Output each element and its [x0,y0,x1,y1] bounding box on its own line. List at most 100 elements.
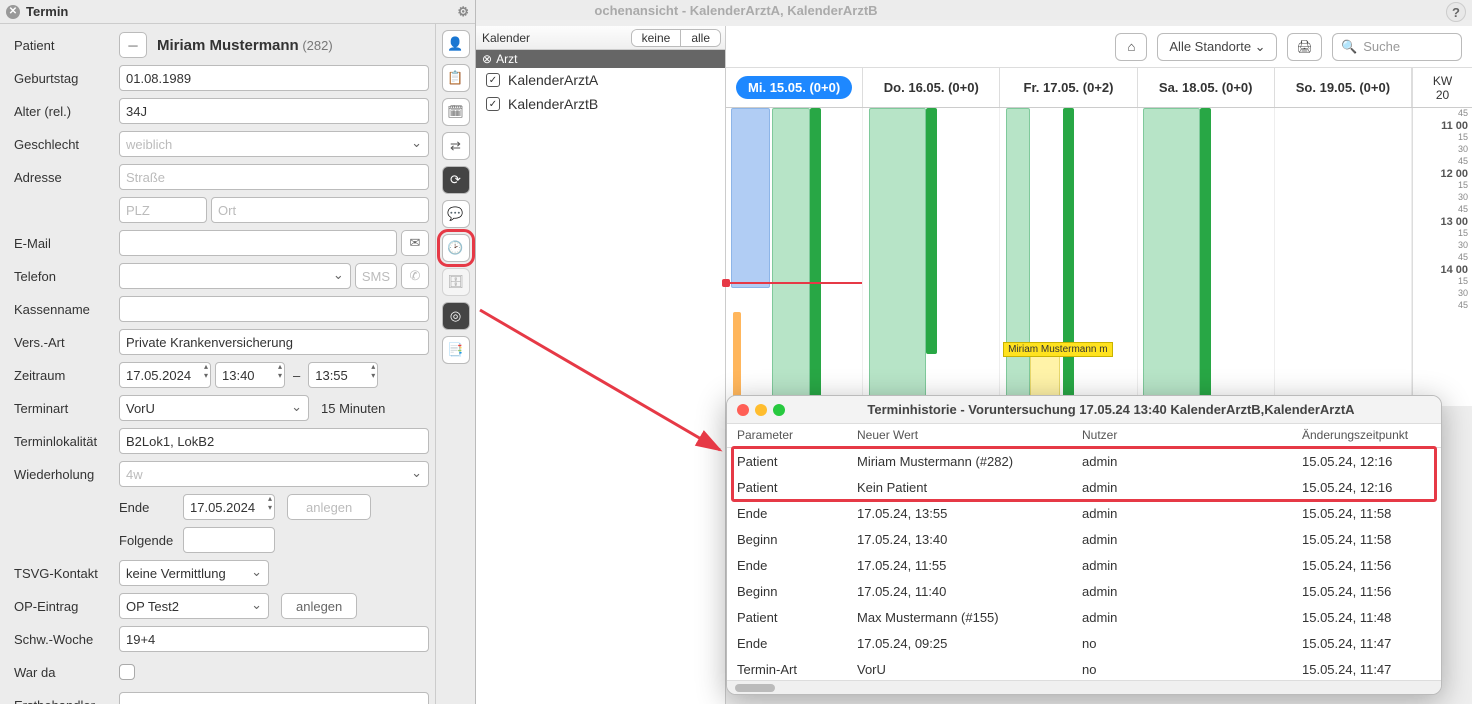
call-icon[interactable]: ✆ [401,263,429,289]
print-icon[interactable]: 🖨 [1287,33,1322,61]
day-col-1[interactable] [863,108,1000,408]
history-row[interactable]: Beginn17.05.24, 13:40admin15.05.24, 11:5… [727,526,1441,552]
chat-icon[interactable]: 💬 [442,200,470,228]
anlegen-button[interactable]: anlegen [287,494,371,520]
termin-panel: ✕ Termin ⚙ Patient ─ Miriam Mustermann (… [0,0,476,704]
sms-icon[interactable]: SMS [355,263,397,289]
label-birthday: Geburtstag [14,71,119,86]
location-icon[interactable]: ◎ [442,302,470,330]
archive-icon[interactable]: 🗄 [442,268,470,296]
date-stepper[interactable]: 17.05.2024 [119,362,211,388]
folgende-input[interactable] [183,527,275,553]
location-select[interactable]: Alle Standorte ⌄ [1157,33,1277,61]
op-select[interactable]: OP Test2 [119,593,269,619]
history-row[interactable]: PatientKein Patientadmin15.05.24, 12:16 [727,474,1441,500]
history-scrollbar[interactable] [727,680,1441,694]
history-row[interactable]: Termin-ArtVorUno15.05.24, 11:47 [727,656,1441,680]
checkbox-icon[interactable]: ✓ [486,97,500,111]
copy-icon[interactable]: 📑 [442,336,470,364]
traffic-min-icon[interactable] [755,404,767,416]
plz-input[interactable]: PLZ [119,197,207,223]
terminlok-input[interactable]: B2Lok1, LokB2 [119,428,429,454]
gear-icon[interactable]: ⚙ [457,4,469,20]
traffic-close-icon[interactable] [737,404,749,416]
calendar-add-icon[interactable]: 🗓 [442,98,470,126]
calendar-item[interactable]: ✓ KalenderArztA [476,68,725,92]
label-folgende: Folgende [119,533,179,548]
label-tsvg: TSVG-Kontakt [14,566,119,581]
warda-checkbox[interactable] [119,664,135,680]
day-header[interactable]: So. 19.05. (0+0) [1275,68,1412,107]
time-from-stepper[interactable]: 13:40 [215,362,285,388]
traffic-max-icon[interactable] [773,404,785,416]
day-header[interactable]: Do. 16.05. (0+0) [863,68,1000,107]
history-icon[interactable]: 🕑 [442,234,470,262]
email-input[interactable] [119,230,397,256]
patient-unlink-button[interactable]: ─ [119,32,147,58]
patient-icon[interactable]: 👤 [442,30,470,58]
route-icon[interactable]: ⇄ [442,132,470,160]
day-col-2[interactable]: Miriam Mustermann m [1000,108,1137,408]
calendar-item-label: KalenderArztB [508,96,598,112]
refresh-icon[interactable]: ⟳ [442,166,470,194]
day-header[interactable]: Sa. 18.05. (0+0) [1138,68,1275,107]
wieder-select[interactable]: 4w [119,461,429,487]
gender-select[interactable]: weiblich [119,131,429,157]
time-to-stepper[interactable]: 13:55 [308,362,378,388]
day-col-0[interactable] [726,108,863,408]
terminart-duration: 15 Minuten [321,401,385,416]
terminart-select[interactable]: VorU [119,395,309,421]
age-input[interactable]: 34J [119,98,429,124]
label-phone: Telefon [14,269,119,284]
search-input[interactable]: 🔍Suche [1332,33,1462,61]
birthday-input[interactable]: 01.08.1989 [119,65,429,91]
event-patient-label[interactable]: Miriam Mustermann m [1003,342,1112,357]
calendar-area: ⌂ Alle Standorte ⌄ 🖨 🔍Suche Mi. 15.05. (… [726,26,1472,406]
day-header[interactable]: Mi. 15.05. (0+0) [726,68,863,107]
history-header-row: Parameter Neuer Wert Nutzer Änderungszei… [727,424,1441,448]
day-col-3[interactable] [1138,108,1275,408]
history-row[interactable]: Ende17.05.24, 13:55admin15.05.24, 11:58 [727,500,1441,526]
calendar-picker-title: Kalender [482,31,530,45]
history-row[interactable]: Ende17.05.24, 09:25no15.05.24, 11:47 [727,630,1441,656]
versart-input[interactable]: Private Krankenversicherung [119,329,429,355]
history-row[interactable]: PatientMax Mustermann (#155)admin15.05.2… [727,604,1441,630]
mail-icon[interactable]: ✉ [401,230,429,256]
label-age: Alter (rel.) [14,104,119,119]
tsvg-select[interactable]: keine Vermittlung [119,560,269,586]
col-parameter[interactable]: Parameter [727,424,847,447]
home-icon[interactable]: ⌂ [1115,33,1147,61]
street-input[interactable]: Straße [119,164,429,190]
arzt-group[interactable]: ⊗Arzt [476,50,725,68]
col-wert[interactable]: Neuer Wert [847,424,1072,447]
erst-input[interactable] [119,692,429,704]
op-anlegen-button[interactable]: anlegen [281,593,357,619]
label-ende: Ende [119,500,179,515]
col-nutzer[interactable]: Nutzer [1072,424,1292,447]
day-col-4[interactable] [1275,108,1412,408]
phone-input[interactable] [119,263,351,289]
ort-input[interactable]: Ort [211,197,429,223]
clipboard-icon[interactable]: 📋 [442,64,470,92]
label-zeitraum: Zeitraum [14,368,119,383]
history-row[interactable]: Beginn17.05.24, 11:40admin15.05.24, 11:5… [727,578,1441,604]
label-email: E-Mail [14,236,119,251]
col-zeit[interactable]: Änderungszeitpunkt [1292,424,1441,447]
seg-keine[interactable]: keine [632,30,681,46]
history-row[interactable]: PatientMiriam Mustermann (#282)admin15.0… [727,448,1441,474]
kasse-input[interactable] [119,296,429,322]
calendar-item[interactable]: ✓ KalenderArztB [476,92,725,116]
label-terminart: Terminart [14,401,119,416]
history-row[interactable]: Ende17.05.24, 11:55admin15.05.24, 11:56 [727,552,1441,578]
search-icon: 🔍 [1341,39,1357,55]
calendar-item-label: KalenderArztA [508,72,598,88]
help-button[interactable]: ? [1446,2,1466,22]
ende-date-stepper[interactable]: 17.05.2024 [183,494,275,520]
seg-alle[interactable]: alle [680,30,720,46]
label-erst: Erstbehandler [14,698,119,704]
checkbox-icon[interactable]: ✓ [486,73,500,87]
close-icon[interactable]: ✕ [6,5,20,19]
schw-input[interactable]: 19+4 [119,626,429,652]
remove-group-icon[interactable]: ⊗ [482,52,492,66]
day-header[interactable]: Fr. 17.05. (0+2) [1000,68,1137,107]
